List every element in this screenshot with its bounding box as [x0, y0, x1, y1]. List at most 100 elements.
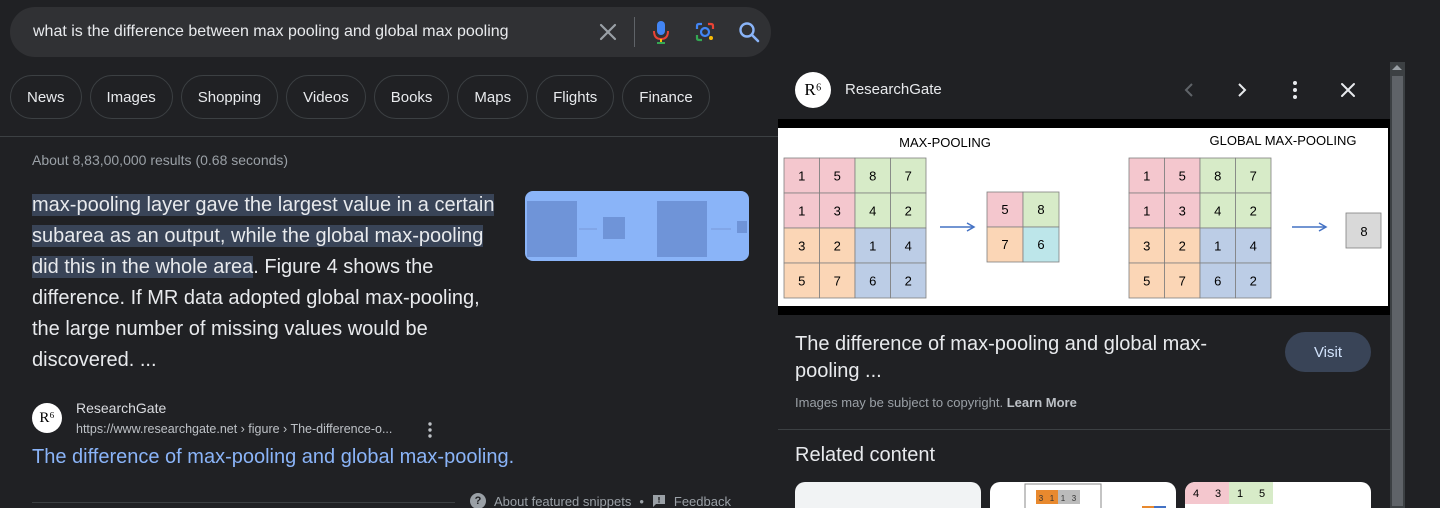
lens-icon[interactable]: [683, 10, 727, 54]
header-divider: [0, 136, 778, 137]
scroll-up-arrow[interactable]: [1392, 65, 1402, 70]
search-bar-divider: [634, 17, 635, 47]
grid-value: 8: [1214, 169, 1221, 184]
grid-value: 3: [1143, 239, 1150, 254]
related-content-title: Related content: [795, 444, 936, 466]
search-results-page: what is the difference between max pooli…: [0, 0, 1440, 508]
previous-arrow-icon[interactable]: [1175, 76, 1203, 104]
related-card-3-value: 4: [1193, 488, 1199, 500]
grid-value: 3: [798, 239, 805, 254]
grid-value: 7: [1179, 274, 1186, 289]
grid-value: 5: [834, 169, 841, 184]
grid-value: 1: [798, 169, 805, 184]
pooled-value: 8: [1037, 202, 1044, 217]
panel-favicon: R⁶: [795, 72, 831, 108]
image-preview-panel: R⁶ ResearchGate MAX-POOLING GLOBAL MAX-P…: [778, 62, 1390, 508]
grid-value: 1: [798, 204, 805, 219]
panel-site-name[interactable]: ResearchGate: [845, 81, 942, 98]
related-card-2-value: 1: [1061, 494, 1066, 503]
related-card-3[interactable]: 4 3 1 5: [1185, 482, 1371, 508]
tab-shopping[interactable]: Shopping: [180, 75, 279, 119]
grid-value: 4: [1214, 204, 1221, 219]
figure-title-global-max-pooling: GLOBAL MAX-POOLING: [1210, 133, 1357, 148]
close-icon[interactable]: [1334, 76, 1362, 104]
grid-value: 1: [869, 239, 876, 254]
panel-scrollbar[interactable]: [1390, 62, 1405, 508]
snippet-footer: ? About featured snippets • Feedback: [470, 493, 731, 508]
microphone-icon[interactable]: [639, 10, 683, 54]
next-arrow-icon[interactable]: [1228, 76, 1256, 104]
related-card-1[interactable]: [795, 482, 981, 508]
tab-finance[interactable]: Finance: [622, 75, 710, 119]
grid-value: 6: [1214, 274, 1221, 289]
related-content: Related content 3 1 1 3 4 3 1 5: [778, 430, 1390, 508]
researchgate-favicon: R⁶: [32, 403, 62, 433]
figure-title-max-pooling: MAX-POOLING: [899, 135, 991, 150]
grid-value: 2: [1250, 274, 1257, 289]
tab-books[interactable]: Books: [373, 75, 450, 119]
source-name[interactable]: ResearchGate: [76, 400, 166, 416]
visit-button[interactable]: Visit: [1285, 332, 1371, 372]
preview-image-frame[interactable]: MAX-POOLING GLOBAL MAX-POOLING 1 5 8 7 1 3 4 2 3…: [778, 119, 1390, 315]
grid-value: 8: [869, 169, 876, 184]
global-value: 8: [1360, 224, 1367, 239]
panel-title[interactable]: The difference of max-pooling and global…: [795, 331, 1255, 385]
grid-value: 7: [1250, 169, 1257, 184]
grid-value: 4: [905, 239, 912, 254]
snippet-divider: [32, 502, 455, 503]
result-stats: About 8,83,00,000 results (0.68 seconds): [32, 152, 289, 168]
grid-value: 2: [905, 274, 912, 289]
snippet-thumbnail[interactable]: [525, 191, 749, 261]
grid-value: 1: [1214, 239, 1221, 254]
search-icon[interactable]: [727, 10, 771, 54]
related-card-2-value: 3: [1039, 494, 1044, 503]
pooling-figure: MAX-POOLING GLOBAL MAX-POOLING 1 5 8 7 1 3 4 2 3…: [778, 128, 1388, 306]
grid-value: 4: [1250, 239, 1257, 254]
search-tabs: News Images Shopping Videos Books Maps F…: [10, 75, 710, 119]
related-card-3-value: 3: [1215, 488, 1221, 500]
grid-value: 6: [869, 274, 876, 289]
feedback-icon: [652, 495, 665, 507]
search-input[interactable]: what is the difference between max pooli…: [33, 23, 586, 41]
left-input-grid: 1 5 8 7 1 3 4 2 3 2 1 4 5 7 6 2: [783, 157, 927, 299]
panel-more-icon[interactable]: [1281, 76, 1309, 104]
help-icon: ?: [470, 493, 486, 508]
pooled-output-grid: 5 8 7 6: [986, 191, 1060, 263]
source-url[interactable]: https://www.researchgate.net › figure › …: [76, 422, 392, 436]
clear-icon[interactable]: [586, 10, 630, 54]
right-input-grid: 1 5 8 7 1 3 4 2 3 2 1 4 5 7 6 2: [1128, 157, 1272, 299]
grid-value: 5: [1179, 169, 1186, 184]
tab-news[interactable]: News: [10, 75, 82, 119]
related-card-2-value: 3: [1072, 494, 1077, 503]
tab-images[interactable]: Images: [89, 75, 173, 119]
tab-flights[interactable]: Flights: [536, 75, 615, 119]
tab-videos[interactable]: Videos: [286, 75, 366, 119]
footer-dot: •: [639, 493, 644, 508]
panel-header: R⁶ ResearchGate: [778, 62, 1390, 119]
tab-maps[interactable]: Maps: [457, 75, 529, 119]
search-bar[interactable]: what is the difference between max pooli…: [10, 7, 771, 57]
learn-more-link[interactable]: Learn More: [1007, 395, 1077, 410]
grid-value: 3: [1179, 204, 1186, 219]
copyright-notice: Images may be subject to copyright. Lear…: [795, 395, 1077, 410]
related-card-2-value: 1: [1050, 494, 1055, 503]
grid-value: 2: [834, 239, 841, 254]
pooled-value: 6: [1037, 237, 1044, 252]
grid-value: 2: [1250, 204, 1257, 219]
about-snippets-link[interactable]: About featured snippets: [494, 494, 631, 508]
featured-snippet-text: max-pooling layer gave the largest value…: [32, 190, 512, 376]
grid-value: 5: [798, 274, 805, 289]
pooled-value: 5: [1001, 202, 1008, 217]
grid-value: 2: [1179, 239, 1186, 254]
grid-value: 7: [834, 274, 841, 289]
more-options-icon[interactable]: [422, 420, 438, 440]
grid-value: 7: [905, 169, 912, 184]
related-card-3-value: 1: [1237, 488, 1243, 500]
grid-value: 1: [1143, 204, 1150, 219]
result-title-link[interactable]: The difference of max-pooling and global…: [32, 446, 514, 469]
feedback-link[interactable]: Feedback: [674, 494, 731, 508]
related-card-2[interactable]: 3 1 1 3: [990, 482, 1176, 508]
grid-value: 1: [1143, 169, 1150, 184]
grid-value: 5: [1143, 274, 1150, 289]
scrollbar-thumb[interactable]: [1392, 76, 1403, 506]
